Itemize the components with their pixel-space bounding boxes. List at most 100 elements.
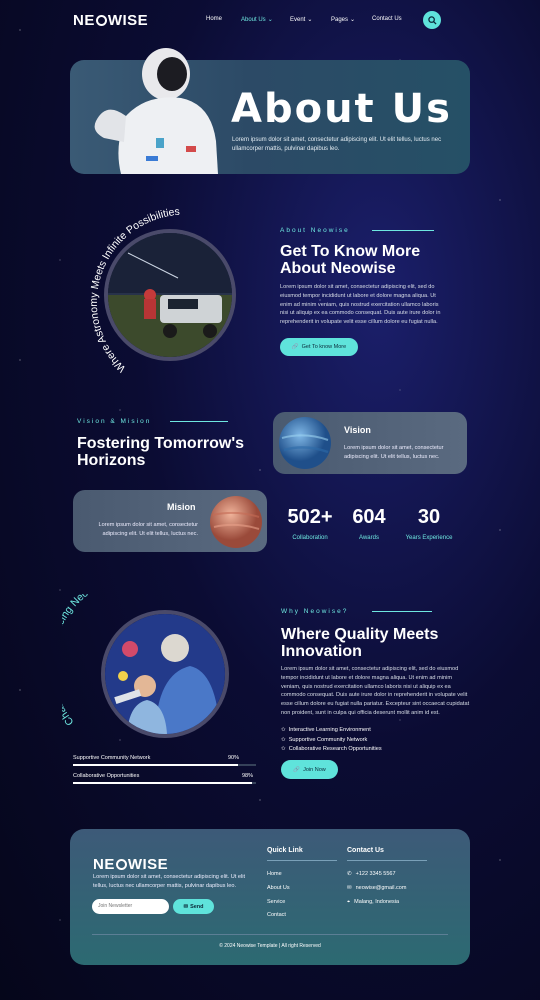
about-title-line2: About Neowise [280,260,396,277]
car-stargazing-image [108,233,232,357]
search-icon [427,15,437,25]
nav-pages[interactable]: Pages ⌄ [331,16,355,23]
contact-address-text: Malang, Indonesia [354,899,400,905]
feature-label: Interactive Learning Environment [288,727,371,733]
vision-kicker: Vision & Mision [77,418,152,425]
contact-email[interactable]: ✉ neowise@gmail.com [347,885,406,891]
why-photo [101,610,229,738]
join-now-button[interactable]: 🔗 Join Now [281,760,338,779]
grandfather-telescope-image [105,614,225,734]
link-icon: 🔗 [291,344,299,350]
page-title: About Us [231,86,452,132]
progress-fill [73,782,253,784]
blue-planet-image [279,417,331,469]
vision-title-line1: Fostering Tomorrow's [77,435,245,452]
mission-card-body: Lorem ipsum dolor sit amet, consectetur … [98,522,199,537]
contact-email-text: neowise@gmail.com [355,885,407,891]
nav-event-label: Event [290,17,306,23]
feature-item: ✩ Interactive Learning Environment [281,726,371,735]
copyright: © 2024 Neowise Template | All right Rese… [219,943,321,949]
footer-about: Lorem ipsum dolor sit amet, consectetur … [93,874,246,889]
kicker-divider [170,421,228,422]
feature-label: Supportive Community Network [288,737,368,743]
footer-divider [267,860,337,861]
astronaut-image [94,48,218,174]
site-logo[interactable]: NE WISE [73,12,148,29]
newsletter-input[interactable] [92,899,169,914]
about-kicker: About Neowise [280,227,350,234]
red-planet-image [210,496,262,548]
search-button[interactable] [423,11,441,29]
stat-awards-value: 604 [352,506,386,528]
star-icon: ✩ [281,746,286,752]
mail-icon: ✉ [183,903,189,910]
progress-track [73,782,256,784]
stat-collaboration-label: Collaboration [292,535,328,541]
about-title-line1: Get To Know More [280,243,421,260]
stat-awards-label: Awards [359,535,379,541]
location-pin-icon: ⌖ [347,899,351,905]
vision-title-line2: Horizons [77,452,146,469]
chevron-down-icon: ⌄ [307,17,313,23]
astronaut-helmet-icon [115,859,127,870]
vision-card-title: Vision [344,425,371,435]
nav-event[interactable]: Event ⌄ [290,16,312,23]
why-title-line2: Innovation [281,643,362,660]
logo-text-end: WISE [107,12,149,29]
stat-years-label: Years Experience [405,535,453,541]
footer-link-home[interactable]: Home [267,871,282,877]
star-icon: ✩ [281,737,286,743]
footer-bottom-divider [92,934,448,935]
kicker-divider [372,611,432,612]
stat-years-value: 30 [417,506,441,528]
logo-text-start: NE [93,856,115,873]
about-photo [104,229,236,361]
logo-text-end: WISE [127,856,169,873]
kicker-divider [372,230,434,231]
join-now-label: Join Now [303,766,326,773]
footer-divider [347,860,427,861]
contact-phone-text: +122 3345 5567 [355,871,396,877]
hero-subtitle: Lorem ipsum dolor sit amet, consectetur … [232,137,442,152]
footer-logo[interactable]: NE WISE [93,856,168,873]
progress-value: 90% [228,755,240,761]
progress-track [73,764,256,766]
nav-contact-us[interactable]: Contact Us [372,16,402,22]
feature-item: ✩ Collaborative Research Opportunities [281,745,382,754]
why-title-line1: Where Quality Meets [281,626,439,643]
why-body: Lorem ipsum dolor sit amet, consectetur … [281,666,470,716]
logo-text-start: NE [73,12,95,29]
about-body: Lorem ipsum dolor sit amet, consectetur … [280,284,441,326]
nav-home[interactable]: Home [206,16,222,22]
nav-about-us[interactable]: About Us ⌄ [241,16,273,23]
nav-about-us-label: About Us [241,17,266,23]
progress-label: Supportive Community Network [73,755,151,761]
footer-link-service[interactable]: Service [267,899,285,905]
nav-pages-label: Pages [331,17,349,23]
chevron-down-icon: ⌄ [267,17,273,23]
star-icon: ✩ [281,727,286,733]
progress-fill [73,764,238,766]
contact-heading: Contact Us [347,847,384,854]
progress-value: 98% [242,773,254,779]
main-nav: Home About Us ⌄ Event ⌄ Pages ⌄ Contact Us [206,16,406,26]
contact-phone: ✆ +122 3345 5567 [347,871,396,877]
vision-card-body: Lorem ipsum dolor sit amet, consectetur … [344,445,444,460]
footer-link-about[interactable]: About Us [267,885,290,891]
feature-item: ✩ Supportive Community Network [281,736,367,745]
chevron-down-icon: ⌄ [350,17,356,23]
feature-label: Collaborative Research Opportunities [288,746,382,752]
mission-card-title: Mision [167,502,196,512]
mail-icon: ✉ [347,885,352,891]
why-kicker: Why Neowise? [281,608,349,615]
footer-link-contact[interactable]: Contact [267,912,286,918]
quick-link-heading: Quick Link [267,847,303,854]
astronaut-helmet-icon [95,15,107,26]
progress-label: Collaborative Opportunities [73,773,140,779]
get-to-know-more-button[interactable]: 🔗 Get To know More [280,338,358,356]
contact-address: ⌖ Malang, Indonesia [347,899,399,906]
phone-icon: ✆ [347,871,352,877]
send-button[interactable]: ✉ Send [173,899,214,914]
send-label: Send [190,903,204,910]
stat-collaboration-value: 502+ [287,506,333,528]
